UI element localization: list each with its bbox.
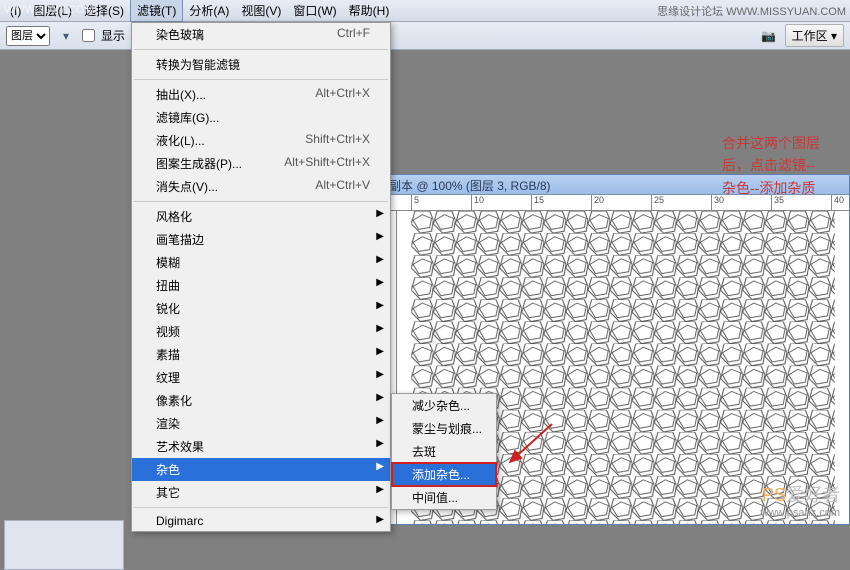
menu-pattern-maker[interactable]: 图案生成器(P)...Alt+Shift+Ctrl+X — [132, 152, 390, 175]
menu-stylize[interactable]: 风格化▶ — [132, 205, 390, 228]
menu-video[interactable]: 视频▶ — [132, 320, 390, 343]
show-checkbox[interactable] — [82, 29, 95, 42]
menu-window[interactable]: 窗口(W) — [287, 0, 342, 21]
menu-artistic[interactable]: 艺术效果▶ — [132, 435, 390, 458]
chevron-right-icon: ▶ — [376, 231, 384, 242]
show-label: 显示 — [101, 27, 125, 44]
chevron-down-icon[interactable]: ▾ — [56, 26, 76, 46]
menu-distort[interactable]: 扭曲▶ — [132, 274, 390, 297]
menu-analysis[interactable]: 分析(A) — [183, 0, 235, 21]
submenu-dust-scratches[interactable]: 蒙尘与划痕... — [392, 417, 496, 440]
submenu-median[interactable]: 中间值... — [392, 486, 496, 509]
chevron-right-icon: ▶ — [376, 514, 384, 525]
menu-brush-strokes[interactable]: 画笔描边▶ — [132, 228, 390, 251]
menu-file[interactable]: (I) — [4, 2, 27, 20]
menu-blur[interactable]: 模糊▶ — [132, 251, 390, 274]
menu-last-filter[interactable]: 染色玻璃Ctrl+F — [132, 23, 390, 46]
chevron-right-icon: ▶ — [376, 484, 384, 495]
noise-submenu: 减少杂色... 蒙尘与划痕... 去斑 添加杂色... 中间值... — [391, 393, 497, 510]
camera-icon[interactable]: 📷 — [759, 26, 779, 46]
menubar-right-text: 思缘设计论坛 WWW.MISSYUAN.COM — [657, 3, 846, 19]
chevron-right-icon: ▶ — [376, 369, 384, 380]
submenu-add-noise[interactable]: 添加杂色... — [392, 463, 496, 486]
menu-vanishing-point[interactable]: 消失点(V)...Alt+Ctrl+V — [132, 175, 390, 198]
filter-menu-dropdown: 染色玻璃Ctrl+F 转换为智能滤镜 抽出(X)...Alt+Ctrl+X 滤镜… — [131, 22, 391, 532]
menu-filter-gallery[interactable]: 滤镜库(G)... — [132, 106, 390, 129]
submenu-despeckle[interactable]: 去斑 — [392, 440, 496, 463]
chevron-right-icon: ▶ — [376, 392, 384, 403]
menu-digimarc[interactable]: Digimarc▶ — [132, 511, 390, 531]
menu-help[interactable]: 帮助(H) — [343, 0, 396, 21]
annotation-text: 合并这两个图层 后，点击滤镜-- 杂色--添加杂质 — [722, 132, 820, 199]
chevron-right-icon: ▶ — [376, 323, 384, 334]
chevron-right-icon: ▶ — [376, 461, 384, 472]
chevron-right-icon: ▶ — [376, 438, 384, 449]
menu-sharpen[interactable]: 锐化▶ — [132, 297, 390, 320]
workspace-button[interactable]: 工作区 ▾ — [785, 24, 844, 47]
menu-other[interactable]: 其它▶ — [132, 481, 390, 504]
menu-pixelate[interactable]: 像素化▶ — [132, 389, 390, 412]
menu-extract[interactable]: 抽出(X)...Alt+Ctrl+X — [132, 83, 390, 106]
chevron-right-icon: ▶ — [376, 277, 384, 288]
chevron-right-icon: ▶ — [376, 300, 384, 311]
menu-filter[interactable]: 滤镜(T) — [130, 0, 183, 22]
submenu-reduce-noise[interactable]: 减少杂色... — [392, 394, 496, 417]
menu-sketch[interactable]: 素描▶ — [132, 343, 390, 366]
menu-render[interactable]: 渲染▶ — [132, 412, 390, 435]
layers-panel-hint — [4, 520, 124, 570]
chevron-right-icon: ▶ — [376, 254, 384, 265]
menu-texture[interactable]: 纹理▶ — [132, 366, 390, 389]
menu-liquify[interactable]: 液化(L)...Shift+Ctrl+X — [132, 129, 390, 152]
menu-noise[interactable]: 杂色▶ — [132, 458, 390, 481]
menu-view[interactable]: 视图(V) — [235, 0, 287, 21]
chevron-right-icon: ▶ — [376, 346, 384, 357]
menu-layer[interactable]: 图层(L) — [27, 0, 78, 21]
chevron-right-icon: ▶ — [376, 415, 384, 426]
menu-select[interactable]: 选择(S) — [78, 0, 130, 21]
options-toolbar: 图层 ▾ 显示 ⊟ ⊞ ⊡ ⊕ 📷 工作区 ▾ — [0, 22, 850, 50]
layer-dropdown[interactable]: 图层 — [6, 26, 50, 46]
menu-convert-smart[interactable]: 转换为智能滤镜 — [132, 53, 390, 76]
menubar: (I) 图层(L) 选择(S) 滤镜(T) 分析(A) 视图(V) 窗口(W) … — [0, 0, 850, 22]
chevron-right-icon: ▶ — [376, 208, 384, 219]
watermark-bottom-right: PS爱好者 www.psahz.com — [761, 481, 840, 519]
